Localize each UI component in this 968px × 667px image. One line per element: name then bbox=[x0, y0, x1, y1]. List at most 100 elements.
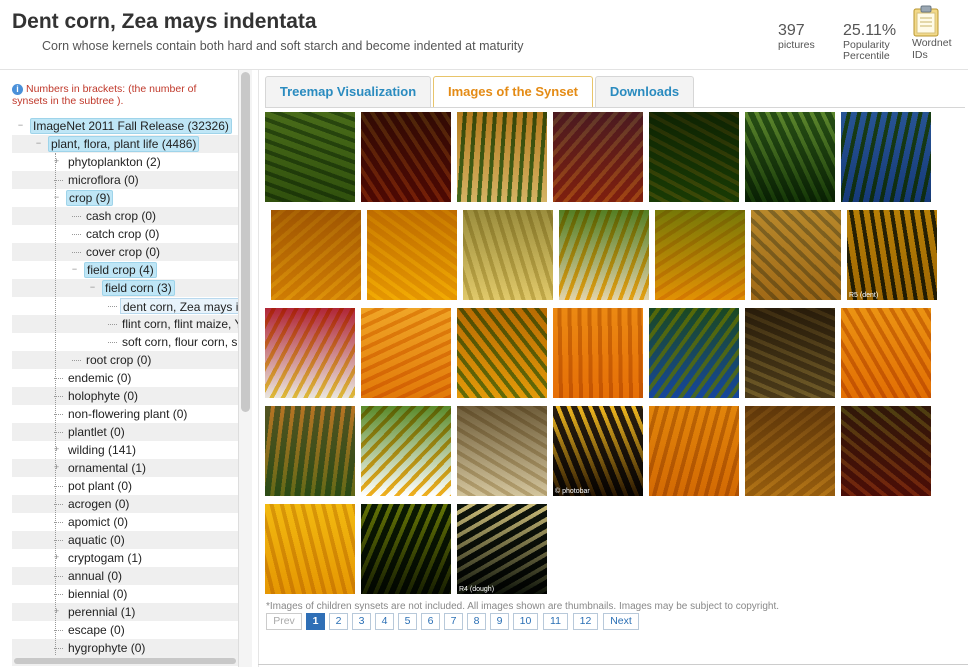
page-6-button[interactable]: 6 bbox=[421, 613, 440, 630]
tree-node-label[interactable]: hygrophyte (0) bbox=[66, 640, 147, 656]
thumbnail-photo-colorful-indian-corn[interactable] bbox=[361, 112, 451, 202]
thumbnail-photo-corn-in-hands[interactable] bbox=[457, 112, 547, 202]
tree-node-label[interactable]: catch crop (0) bbox=[84, 226, 161, 242]
thumbnail-photo-cornfield-rows[interactable] bbox=[745, 112, 835, 202]
page-3-button[interactable]: 3 bbox=[352, 613, 371, 630]
tree-node-label[interactable]: crop (9) bbox=[66, 190, 114, 206]
tree-node-label[interactable]: cryptogam (1) bbox=[66, 550, 144, 566]
thumbnail-photo-corn-on-stalk[interactable] bbox=[649, 112, 739, 202]
collapse-icon[interactable]: − bbox=[70, 265, 79, 274]
thumbnail-photo-cross-section-dough-stage[interactable]: R4 (dough) bbox=[457, 504, 547, 594]
thumbnail-photo-corn-plants-sky[interactable] bbox=[841, 112, 931, 202]
page-8-button[interactable]: 8 bbox=[467, 613, 486, 630]
thumbnail-photo-cob-dark-background[interactable]: © photobar bbox=[553, 406, 643, 496]
tree-node[interactable]: + perennial (1) bbox=[12, 603, 238, 621]
tree-scrollbar-thumb[interactable] bbox=[241, 72, 250, 412]
thumbnail-photo-husked-corn-pile[interactable] bbox=[463, 210, 553, 300]
tree-node-label[interactable]: pot plant (0) bbox=[66, 478, 134, 494]
tree-node-label[interactable]: flint corn, flint maize, Y bbox=[120, 316, 238, 332]
page-9-button[interactable]: 9 bbox=[490, 613, 509, 630]
expand-icon[interactable]: + bbox=[52, 553, 61, 562]
tree-node[interactable]: + phytoplankton (2) bbox=[12, 153, 238, 171]
tree-node[interactable]: cash crop (0) bbox=[12, 207, 238, 225]
tree-node-label[interactable]: phytoplankton (2) bbox=[66, 154, 163, 170]
page-11-button[interactable]: 11 bbox=[543, 613, 568, 630]
tree-node-label[interactable]: perennial (1) bbox=[66, 604, 137, 620]
tree-node-label[interactable]: biennial (0) bbox=[66, 586, 129, 602]
thumbnail-photo-dent-stage-cob[interactable]: R5 (dent) bbox=[847, 210, 937, 300]
expand-icon[interactable]: + bbox=[52, 445, 61, 454]
thumbnail-photo-dried-cob-on-stalk[interactable] bbox=[745, 308, 835, 398]
thumbnail-photo-yellow-cobs-row[interactable] bbox=[265, 504, 355, 594]
expand-icon[interactable]: + bbox=[52, 463, 61, 472]
thumbnail-photo-loose-kernels[interactable] bbox=[841, 308, 931, 398]
tree-node[interactable]: hygrophyte (0) bbox=[12, 639, 238, 657]
tree-node[interactable]: root crop (0) bbox=[12, 351, 238, 369]
thumbnail-photo-white-and-yellow-cobs[interactable] bbox=[559, 210, 649, 300]
tree-node[interactable]: escape (0) bbox=[12, 621, 238, 639]
tree-node-label[interactable]: cover crop (0) bbox=[84, 244, 162, 260]
tree-node[interactable]: acrogen (0) bbox=[12, 495, 238, 513]
tree-node[interactable]: biennial (0) bbox=[12, 585, 238, 603]
wordnet-ids-link[interactable]: Wordnet IDs bbox=[912, 5, 962, 61]
thumbnail-photo-corn-basket-dish[interactable] bbox=[841, 406, 931, 496]
tree-node[interactable]: + wilding (141) bbox=[12, 441, 238, 459]
tree-horizontal-scrollbar[interactable] bbox=[12, 656, 238, 666]
thumbnail-photo-yellow-kernels-closeup[interactable] bbox=[271, 210, 361, 300]
tree-node[interactable]: annual (0) bbox=[12, 567, 238, 585]
tree-node[interactable]: + cryptogam (1) bbox=[12, 549, 238, 567]
next-page-button[interactable]: Next bbox=[603, 613, 639, 630]
tree-node[interactable]: apomict (0) bbox=[12, 513, 238, 531]
tree-node[interactable]: + ornamental (1) bbox=[12, 459, 238, 477]
thumbnail-photo-stacked-cobs[interactable] bbox=[553, 308, 643, 398]
tree-node[interactable]: plantlet (0) bbox=[12, 423, 238, 441]
tree-node[interactable]: non-flowering plant (0) bbox=[12, 405, 238, 423]
thumbnail-photo-cob-macro[interactable] bbox=[751, 210, 841, 300]
thumbnail-photo-golden-cobs-pair[interactable] bbox=[655, 210, 745, 300]
tree-horizontal-scrollbar-thumb[interactable] bbox=[14, 658, 236, 664]
thumbnail-photo-corn-plate-peppers[interactable] bbox=[265, 308, 355, 398]
page-2-button[interactable]: 2 bbox=[329, 613, 348, 630]
tree-node[interactable]: soft corn, flour corn, s bbox=[12, 333, 238, 351]
tree-node[interactable]: − crop (9) bbox=[12, 189, 238, 207]
tree-node[interactable]: dent corn, Zea mays i bbox=[12, 297, 238, 315]
page-1-button[interactable]: 1 bbox=[306, 613, 325, 630]
tree-node[interactable]: holophyte (0) bbox=[12, 387, 238, 405]
thumbnail-photo-green-husk-cob[interactable] bbox=[361, 504, 451, 594]
tree-node-label[interactable]: aquatic (0) bbox=[66, 532, 127, 548]
page-4-button[interactable]: 4 bbox=[375, 613, 394, 630]
tree-node-label[interactable]: endemic (0) bbox=[66, 370, 133, 386]
clipboard-icon[interactable] bbox=[912, 5, 940, 37]
tree-node-label[interactable]: plant, flora, plant life (4486) bbox=[48, 136, 200, 152]
tree-node-label[interactable]: field crop (4) bbox=[84, 262, 157, 278]
tree-node-label[interactable]: root crop (0) bbox=[84, 352, 153, 368]
tree-node-label[interactable]: acrogen (0) bbox=[66, 496, 131, 512]
tree-node-label[interactable]: field corn (3) bbox=[102, 280, 175, 296]
tree-node[interactable]: − ImageNet 2011 Fall Release (32326) bbox=[12, 117, 238, 135]
collapse-icon[interactable]: − bbox=[52, 193, 61, 202]
thumbnail-photo-bright-yellow-cob[interactable] bbox=[367, 210, 457, 300]
tree-node-label[interactable]: cash crop (0) bbox=[84, 208, 158, 224]
expand-icon[interactable]: + bbox=[52, 607, 61, 616]
thumbnail-photo-corn-illustration[interactable] bbox=[361, 406, 451, 496]
prev-page-button[interactable]: Prev bbox=[266, 613, 302, 630]
tree-node-label[interactable]: microflora (0) bbox=[66, 172, 141, 188]
expand-icon[interactable]: + bbox=[52, 157, 61, 166]
tree-node-label[interactable]: holophyte (0) bbox=[66, 388, 140, 404]
tree-node-label[interactable]: apomict (0) bbox=[66, 514, 130, 530]
tree-node[interactable]: microflora (0) bbox=[12, 171, 238, 189]
tree-node[interactable]: aquatic (0) bbox=[12, 531, 238, 549]
tree-node-label[interactable]: ornamental (1) bbox=[66, 460, 148, 476]
tree-node[interactable]: flint corn, flint maize, Y bbox=[12, 315, 238, 333]
thumbnail-photo-two-men-eating-corn[interactable] bbox=[265, 406, 355, 496]
thumbnail-photo-corn-painting-barn[interactable] bbox=[649, 308, 739, 398]
tree-node-label[interactable]: non-flowering plant (0) bbox=[66, 406, 189, 422]
thumbnail-photo-dried-cobs-heap[interactable] bbox=[745, 406, 835, 496]
tree-node[interactable]: pot plant (0) bbox=[12, 477, 238, 495]
thumbnail-photo-corn-field-person[interactable] bbox=[265, 112, 355, 202]
tree-node-label[interactable]: plantlet (0) bbox=[66, 424, 127, 440]
thumbnail-photo-single-orange-cob[interactable] bbox=[361, 308, 451, 398]
tree-node-label[interactable]: annual (0) bbox=[66, 568, 124, 584]
thumbnail-photo-cobs-in-husk[interactable] bbox=[457, 308, 547, 398]
tree-node[interactable]: endemic (0) bbox=[12, 369, 238, 387]
